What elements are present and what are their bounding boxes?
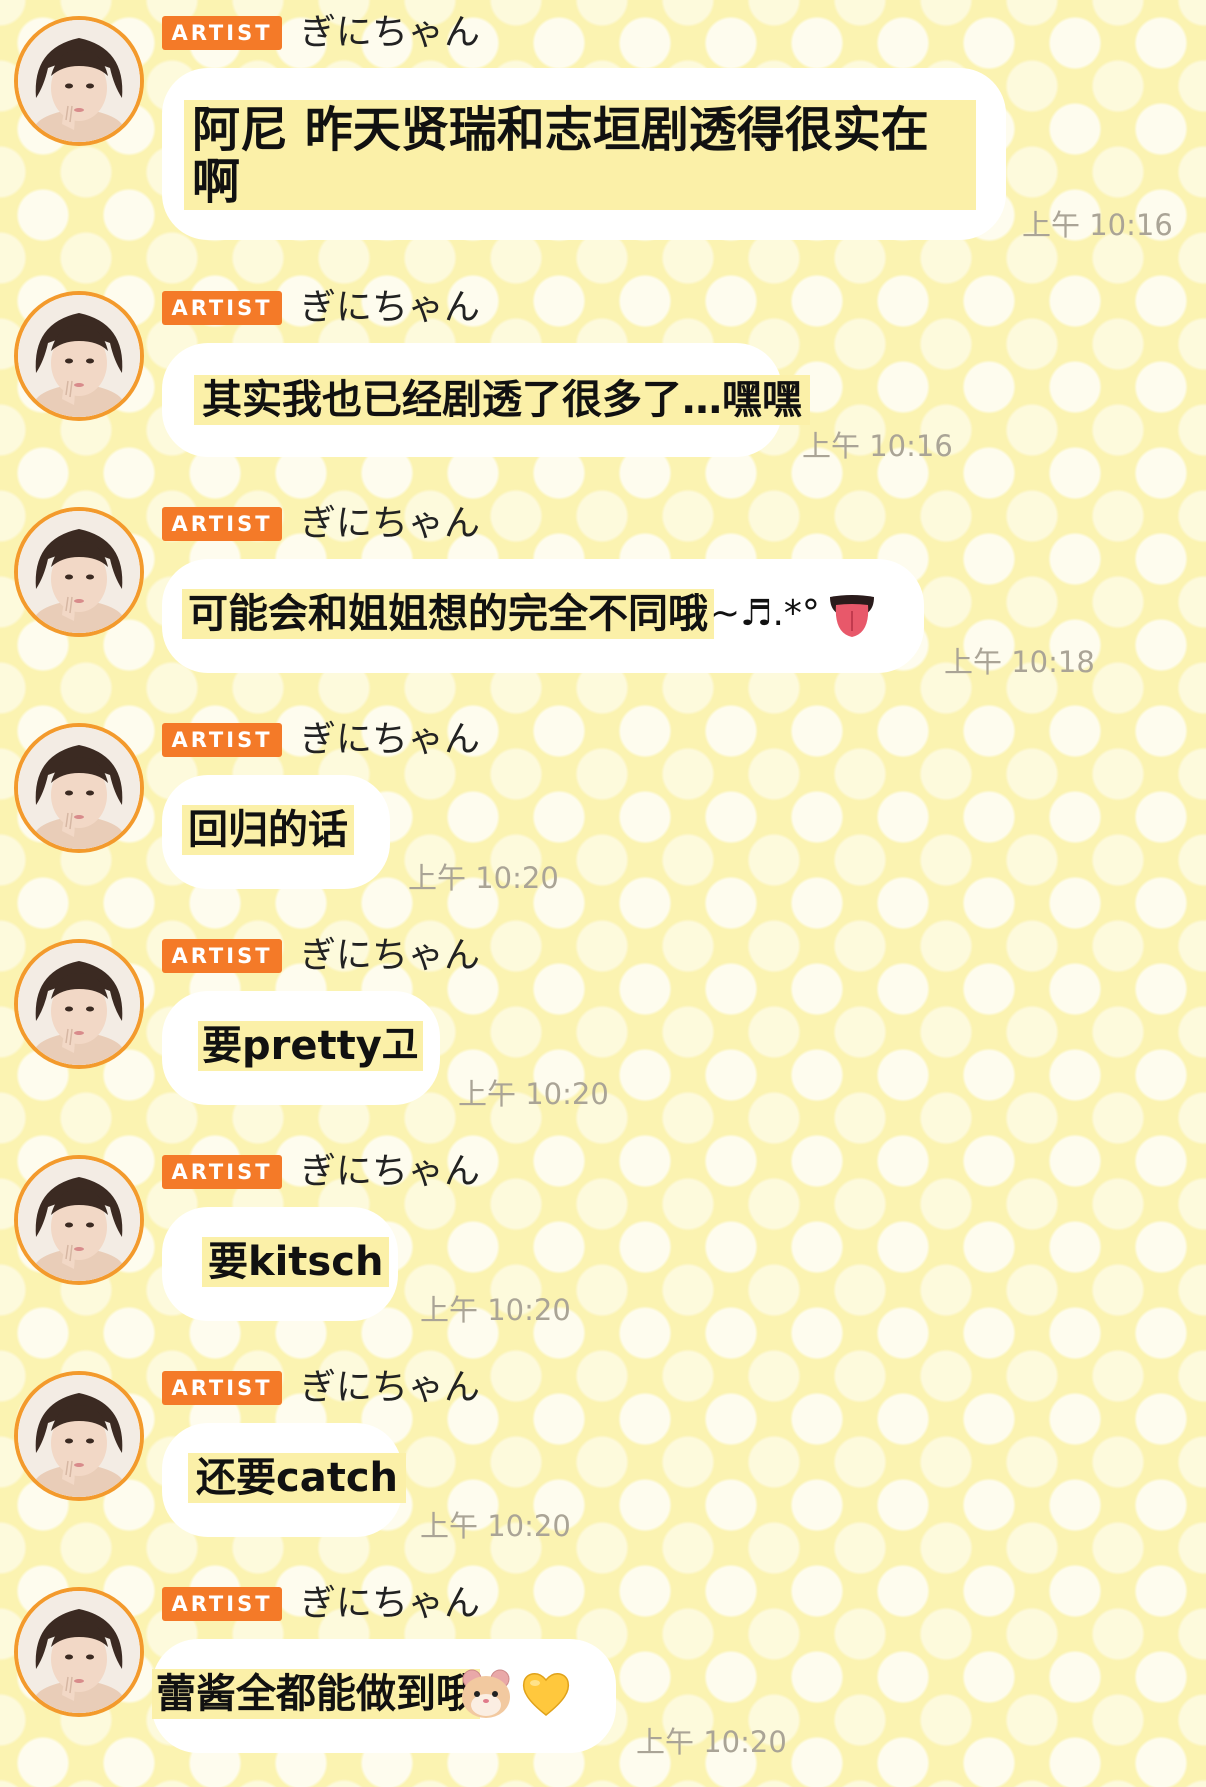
message-text: 回归的话: [182, 805, 354, 855]
sender-name: ぎにちゃん: [300, 1367, 481, 1408]
message-item: ARTIST ぎにちゃん 其实我也已经剧透了很多了…嘿嘿 上午 10:16: [0, 275, 1206, 491]
music-suffix: ~♬.*°: [710, 593, 820, 634]
message-bubble[interactable]: 其实我也已经剧透了很多了…嘿嘿: [162, 343, 810, 457]
message-bubble[interactable]: 阿尼 昨天贤瑞和志垣剧透得很实在啊: [162, 68, 1006, 240]
message-timestamp: 上午 10:20: [458, 1077, 609, 1111]
message-bubble[interactable]: 回归的话: [162, 775, 390, 889]
avatar[interactable]: [14, 1155, 144, 1285]
avatar[interactable]: [14, 939, 144, 1069]
hamster-face-icon: [462, 1669, 510, 1718]
artist-badge: ARTIST: [162, 16, 282, 50]
avatar[interactable]: [14, 507, 144, 637]
message-item: ARTIST ぎにちゃん 要pretty고 上午 10:20: [0, 923, 1206, 1139]
message-timestamp: 上午 10:18: [944, 645, 1095, 679]
artist-badge: ARTIST: [162, 723, 282, 757]
artist-badge: ARTIST: [162, 507, 282, 541]
message-text: 要kitsch: [202, 1237, 390, 1287]
artist-badge: ARTIST: [162, 939, 282, 973]
avatar[interactable]: [14, 723, 144, 853]
message-bubble[interactable]: 要pretty고: [162, 991, 440, 1105]
artist-badge: ARTIST: [162, 291, 282, 325]
message-timestamp: 上午 10:20: [636, 1725, 787, 1759]
tongue-face-icon: [830, 595, 874, 637]
message-timestamp: 上午 10:16: [1022, 208, 1173, 242]
message-item: ARTIST ぎにちゃん 可能会和姐姐想的完全不同哦 ~♬.*° 上午 10:1…: [0, 491, 1206, 707]
message-text: 其实我也已经剧透了很多了…嘿嘿: [194, 375, 810, 425]
avatar[interactable]: [14, 1371, 144, 1501]
message-item: ARTIST ぎにちゃん 阿尼 昨天贤瑞和志垣剧透得很实在啊 上午 10:16: [0, 0, 1206, 242]
avatar[interactable]: [14, 291, 144, 421]
avatar[interactable]: [14, 1587, 144, 1717]
message-text: 还要catch: [188, 1453, 407, 1503]
message-bubble[interactable]: 还要catch: [162, 1423, 407, 1537]
message-text: 阿尼 昨天贤瑞和志垣剧透得很实在啊: [184, 100, 976, 210]
message-timestamp: 上午 10:20: [420, 1293, 571, 1327]
message-text: 可能会和姐姐想的完全不同哦: [182, 589, 714, 639]
message-bubble[interactable]: 要kitsch: [162, 1207, 398, 1321]
sender-name: ぎにちゃん: [300, 719, 481, 760]
artist-badge: ARTIST: [162, 1371, 282, 1405]
message-item: ARTIST ぎにちゃん 蕾酱全都能做到哦 上午 10:20: [0, 1571, 1206, 1787]
message-item: ARTIST ぎにちゃん 要kitsch 上午 10:20: [0, 1139, 1206, 1355]
message-text: 要pretty고: [198, 1021, 423, 1071]
sender-name: ぎにちゃん: [300, 287, 481, 328]
sender-name: ぎにちゃん: [300, 935, 481, 976]
artist-badge: ARTIST: [162, 1587, 282, 1621]
yellow-heart-icon: [522, 1673, 570, 1716]
message-bubble[interactable]: 蕾酱全都能做到哦: [152, 1639, 616, 1753]
message-timestamp: 上午 10:16: [802, 429, 953, 463]
sender-name: ぎにちゃん: [300, 1151, 481, 1192]
sender-name: ぎにちゃん: [300, 503, 481, 544]
message-timestamp: 上午 10:20: [420, 1509, 571, 1543]
message-text: 蕾酱全都能做到哦: [152, 1669, 480, 1719]
avatar[interactable]: [14, 16, 144, 146]
sender-name: ぎにちゃん: [300, 1583, 481, 1624]
sender-name: ぎにちゃん: [300, 12, 481, 53]
message-item: ARTIST ぎにちゃん 还要catch 上午 10:20: [0, 1355, 1206, 1571]
message-timestamp: 上午 10:20: [408, 861, 559, 895]
message-bubble[interactable]: 可能会和姐姐想的完全不同哦 ~♬.*°: [162, 559, 924, 673]
message-item: ARTIST ぎにちゃん 回归的话 上午 10:20: [0, 707, 1206, 923]
artist-badge: ARTIST: [162, 1155, 282, 1189]
